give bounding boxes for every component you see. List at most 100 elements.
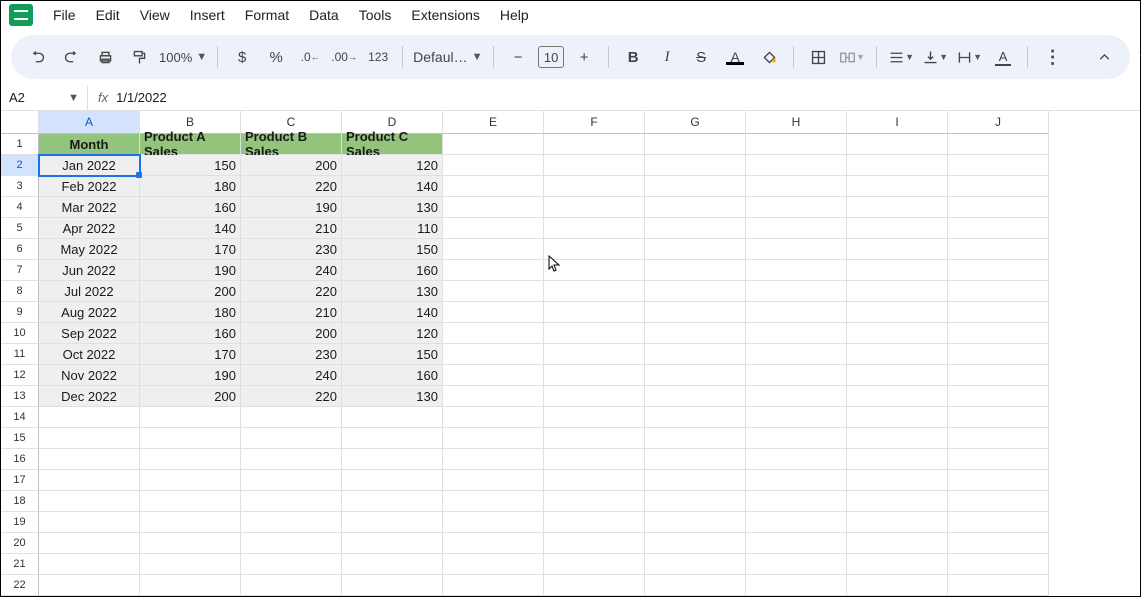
cell-H9[interactable] — [746, 302, 847, 323]
cell-F1[interactable] — [544, 134, 645, 155]
row-header-21[interactable]: 21 — [1, 554, 39, 575]
cell-J17[interactable] — [948, 470, 1049, 491]
cell-C5[interactable]: 210 — [241, 218, 342, 239]
cell-A16[interactable] — [39, 449, 140, 470]
cell-A11[interactable]: Oct 2022 — [39, 344, 140, 365]
cell-J7[interactable] — [948, 260, 1049, 281]
cell-F21[interactable] — [544, 554, 645, 575]
cell-G14[interactable] — [645, 407, 746, 428]
row-header-14[interactable]: 14 — [1, 407, 39, 428]
cell-G17[interactable] — [645, 470, 746, 491]
cell-I8[interactable] — [847, 281, 948, 302]
cell-I6[interactable] — [847, 239, 948, 260]
cell-I18[interactable] — [847, 491, 948, 512]
cell-F11[interactable] — [544, 344, 645, 365]
cell-B2[interactable]: 150 — [140, 155, 241, 176]
cell-G20[interactable] — [645, 533, 746, 554]
cell-H21[interactable] — [746, 554, 847, 575]
cell-B19[interactable] — [140, 512, 241, 533]
cell-D3[interactable]: 140 — [342, 176, 443, 197]
cell-A1[interactable]: Month — [39, 134, 140, 155]
cell-F12[interactable] — [544, 365, 645, 386]
cell-A4[interactable]: Mar 2022 — [39, 197, 140, 218]
cell-G21[interactable] — [645, 554, 746, 575]
fill-handle[interactable] — [136, 172, 142, 178]
row-header-18[interactable]: 18 — [1, 491, 39, 512]
cell-H12[interactable] — [746, 365, 847, 386]
cell-G7[interactable] — [645, 260, 746, 281]
cell-I13[interactable] — [847, 386, 948, 407]
borders-button[interactable] — [804, 43, 832, 71]
cell-J1[interactable] — [948, 134, 1049, 155]
font-family-dropdown[interactable]: Defaul…▼ — [413, 49, 483, 65]
cell-B5[interactable]: 140 — [140, 218, 241, 239]
menu-edit[interactable]: Edit — [86, 3, 130, 27]
cell-I11[interactable] — [847, 344, 948, 365]
cell-H8[interactable] — [746, 281, 847, 302]
cell-C17[interactable] — [241, 470, 342, 491]
cell-F9[interactable] — [544, 302, 645, 323]
cell-C16[interactable] — [241, 449, 342, 470]
cell-E2[interactable] — [443, 155, 544, 176]
menu-data[interactable]: Data — [299, 3, 349, 27]
cell-E4[interactable] — [443, 197, 544, 218]
cell-D16[interactable] — [342, 449, 443, 470]
cell-F10[interactable] — [544, 323, 645, 344]
cell-D5[interactable]: 110 — [342, 218, 443, 239]
more-formats-button[interactable]: 123 — [364, 43, 392, 71]
cell-A9[interactable]: Aug 2022 — [39, 302, 140, 323]
cell-J16[interactable] — [948, 449, 1049, 470]
cell-G22[interactable] — [645, 575, 746, 596]
row-header-15[interactable]: 15 — [1, 428, 39, 449]
cell-J9[interactable] — [948, 302, 1049, 323]
cell-A10[interactable]: Sep 2022 — [39, 323, 140, 344]
increase-font-size-button[interactable]: + — [570, 43, 598, 71]
cell-B3[interactable]: 180 — [140, 176, 241, 197]
cell-F16[interactable] — [544, 449, 645, 470]
row-header-11[interactable]: 11 — [1, 344, 39, 365]
cell-A22[interactable] — [39, 575, 140, 596]
cell-B7[interactable]: 190 — [140, 260, 241, 281]
cell-C1[interactable]: Product B Sales — [241, 134, 342, 155]
cell-F13[interactable] — [544, 386, 645, 407]
cell-G3[interactable] — [645, 176, 746, 197]
cell-D9[interactable]: 140 — [342, 302, 443, 323]
cell-D7[interactable]: 160 — [342, 260, 443, 281]
menu-view[interactable]: View — [130, 3, 180, 27]
cell-E18[interactable] — [443, 491, 544, 512]
cell-C6[interactable]: 230 — [241, 239, 342, 260]
cell-E7[interactable] — [443, 260, 544, 281]
decrease-font-size-button[interactable]: − — [504, 43, 532, 71]
cell-E5[interactable] — [443, 218, 544, 239]
cell-D21[interactable] — [342, 554, 443, 575]
menu-file[interactable]: File — [43, 3, 86, 27]
menu-tools[interactable]: Tools — [349, 3, 402, 27]
cell-D13[interactable]: 130 — [342, 386, 443, 407]
cell-G11[interactable] — [645, 344, 746, 365]
print-button[interactable] — [91, 43, 119, 71]
italic-button[interactable]: I — [653, 43, 681, 71]
cell-I16[interactable] — [847, 449, 948, 470]
text-color-button[interactable]: A — [721, 43, 749, 71]
row-header-3[interactable]: 3 — [1, 176, 39, 197]
cell-F5[interactable] — [544, 218, 645, 239]
cell-J20[interactable] — [948, 533, 1049, 554]
cell-A5[interactable]: Apr 2022 — [39, 218, 140, 239]
zoom-dropdown[interactable]: 100%▼ — [159, 50, 207, 65]
cell-F14[interactable] — [544, 407, 645, 428]
cell-G12[interactable] — [645, 365, 746, 386]
cell-H18[interactable] — [746, 491, 847, 512]
cell-H17[interactable] — [746, 470, 847, 491]
cell-E16[interactable] — [443, 449, 544, 470]
cell-J18[interactable] — [948, 491, 1049, 512]
column-header-I[interactable]: I — [847, 111, 948, 134]
cell-F3[interactable] — [544, 176, 645, 197]
cell-A13[interactable]: Dec 2022 — [39, 386, 140, 407]
cell-I2[interactable] — [847, 155, 948, 176]
cell-D19[interactable] — [342, 512, 443, 533]
cell-G15[interactable] — [645, 428, 746, 449]
cell-I20[interactable] — [847, 533, 948, 554]
cell-G16[interactable] — [645, 449, 746, 470]
cell-E11[interactable] — [443, 344, 544, 365]
cell-I4[interactable] — [847, 197, 948, 218]
